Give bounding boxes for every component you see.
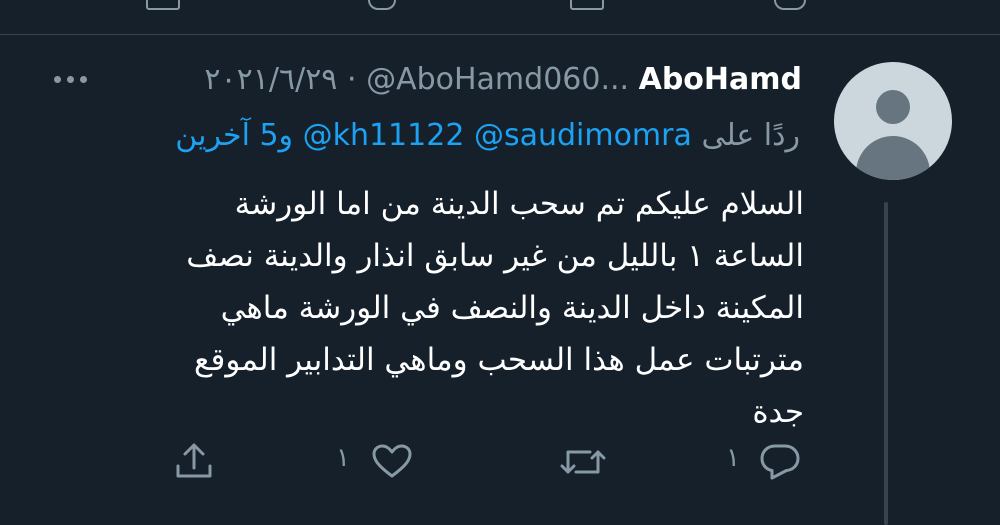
replying-to-line: ردًا على @saudimomra @kh11122 و5 آخرين [60, 116, 800, 156]
tweet-text-line: السلام عليكم تم سحب الدينة من اما الورشة [234, 186, 804, 222]
tweet-text-line: جدة [752, 394, 804, 430]
avatar[interactable] [834, 62, 952, 180]
tweet-text-line: الساعة ١ بالليل من غير سابق انذار والدين… [186, 238, 804, 274]
reply-mention-others[interactable]: و5 آخرين [175, 118, 293, 153]
reply-mention-saudimomra[interactable]: @saudimomra [474, 118, 692, 153]
tweet-header: AboHamd @AboHamd060... · ٢٠٢١/٦/٢٩ [50, 60, 802, 100]
like-button[interactable]: ١ [334, 440, 414, 480]
user-handle[interactable]: @AboHamd060... [366, 62, 629, 97]
heart-icon [372, 444, 412, 478]
reply-button[interactable]: ١ [724, 440, 804, 480]
tweet-text-line: المكينة داخل الدينة والنصف في الورشة ماه… [220, 290, 804, 326]
thread-connector-line [884, 202, 888, 525]
display-name[interactable]: AboHamd [639, 62, 802, 97]
tweet-text: السلام عليكم تم سحب الدينة من اما الورشة… [60, 178, 804, 438]
retweet-button[interactable] [560, 440, 610, 480]
reply-icon [760, 444, 800, 480]
avatar-default-shoulders [856, 136, 930, 180]
share-button[interactable] [172, 440, 222, 480]
retweet-icon [560, 450, 606, 474]
tweet-date[interactable]: ٢٠٢١/٦/٢٩ [204, 62, 337, 97]
tweet-text-line: مترتبات عمل هذا السحب وماهي التدابير الم… [194, 342, 804, 378]
like-count: ١ [336, 443, 350, 473]
avatar-default-head [876, 90, 910, 124]
previous-share-icon[interactable] [146, 0, 180, 10]
divider [0, 34, 1000, 35]
reply-mention-kh11122[interactable]: @kh11122 [303, 118, 465, 153]
more-horizontal-icon[interactable] [54, 76, 88, 84]
previous-tweet-action-bar [0, 0, 1000, 36]
previous-like-icon[interactable] [368, 0, 396, 10]
previous-retweet-icon[interactable] [570, 0, 604, 10]
replying-to-label: ردًا على [701, 118, 800, 153]
previous-reply-icon[interactable] [774, 0, 806, 10]
share-icon [176, 443, 212, 478]
reply-count: ١ [726, 443, 740, 473]
separator-dot: · [346, 62, 357, 97]
